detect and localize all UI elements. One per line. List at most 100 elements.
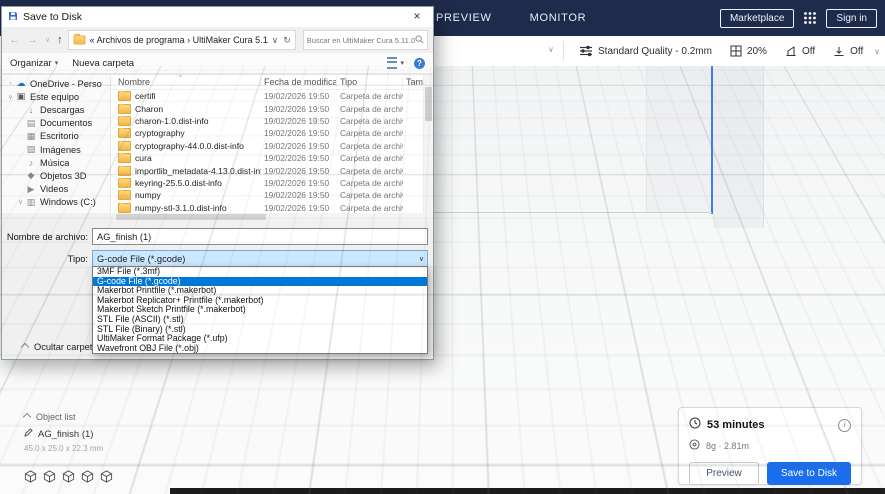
settings-chevron-icon[interactable]: ∨: [874, 47, 880, 56]
view-right-icon[interactable]: [100, 470, 113, 483]
filetype-row: Tipo: G-code File (*.gcode) ∨: [2, 250, 433, 267]
horizontal-scrollbar[interactable]: [112, 213, 433, 221]
filetype-option-g-code-file-gcode[interactable]: G-code File (*.gcode): [93, 276, 427, 287]
object-list-toggle[interactable]: Object list: [22, 412, 103, 422]
forward-button[interactable]: →: [25, 34, 40, 46]
sidebar-item-label: OneDrive - Perso: [30, 78, 102, 89]
filetype-option-wavefront-obj-file-obj[interactable]: Wavefront OBJ File (*.obj): [93, 344, 427, 354]
object-list-item[interactable]: AG_finish (1): [24, 428, 103, 440]
preview-button[interactable]: Preview: [689, 462, 759, 485]
sidebar-item-videos[interactable]: ▶ Videos: [2, 183, 110, 196]
filetype-option-makerbot-replicator-printfile-makerbot[interactable]: Makerbot Replicator+ Printfile (*.makerb…: [93, 296, 427, 306]
filetype-dropdown: 3MF File (*.3mf) G-code File (*.gcode) Mak…: [92, 266, 428, 355]
breadcrumb[interactable]: « Archivos de programa › UltiMaker Cura …: [90, 35, 268, 45]
file-row-certifi[interactable]: certifi 19/02/2026 19:50 Carpeta de archiv…: [111, 90, 433, 102]
disk-icon: ▥: [26, 196, 36, 207]
filetype-combobox[interactable]: G-code File (*.gcode) ∨: [92, 250, 428, 267]
filetype-option-stl-file-ascii-stl[interactable]: STL File (ASCII) (*.stl): [93, 315, 427, 325]
filetype-selected-value: G-code File (*.gcode): [97, 253, 186, 264]
file-list: NombreFecha de modificaciónTipoTamaño ^ …: [111, 75, 433, 213]
filetype-option-makerbot-printfile-makerbot[interactable]: Makerbot Printfile (*.makerbot): [93, 286, 427, 296]
address-bar[interactable]: « Archivos de programa › UltiMaker Cura …: [67, 30, 296, 50]
close-button[interactable]: ×: [401, 7, 433, 27]
up-button[interactable]: ↑: [55, 34, 65, 46]
search-icon[interactable]: [415, 31, 424, 49]
tree-expander-icon[interactable]: ∨: [6, 93, 15, 101]
sidebar-item-im-genes[interactable]: ▧ Imágenes: [2, 143, 110, 156]
quality-setting[interactable]: Standard Quality - 0.2mm: [570, 36, 721, 66]
adhesion-setting[interactable]: Off: [824, 36, 872, 66]
save-to-disk-button[interactable]: Save to Disk: [767, 462, 851, 485]
column-header-tipo[interactable]: Tipo: [337, 77, 403, 87]
help-icon[interactable]: ?: [414, 57, 425, 69]
sidebar-item-m-sica[interactable]: ♪ Música: [2, 156, 110, 169]
taskbar-strip: [170, 488, 885, 494]
column-header-nombre[interactable]: Nombre: [115, 77, 261, 87]
marketplace-button[interactable]: Marketplace: [719, 8, 795, 28]
file-name: cryptography-44.0.0.dist-info: [135, 140, 244, 151]
sign-in-button[interactable]: Sign in: [826, 8, 877, 28]
tab-preview[interactable]: PREVIEW: [436, 12, 492, 24]
column-header-fecha-de-modificaci-n[interactable]: Fecha de modificación: [261, 77, 337, 87]
scrollbar-thumb[interactable]: [425, 87, 432, 121]
sidebar-item-objetos-3d[interactable]: ◆ Objetos 3D: [2, 169, 110, 182]
file-type: Carpeta de archivos: [340, 177, 403, 188]
view-left-icon[interactable]: [81, 470, 94, 483]
object-list-label: Object list: [36, 412, 76, 422]
file-date: 19/02/2026 19:50: [264, 177, 330, 188]
print-settings-bar[interactable]: Standard Quality - 0.2mm 20% Off Off ∨: [570, 36, 880, 66]
folder-icon: [118, 202, 131, 213]
filetype-option-stl-file-binary-stl[interactable]: STL File (Binary) (*.stl): [93, 325, 427, 335]
file-row-charon-1-0-dist-info[interactable]: charon-1.0.dist-info 19/02/2026 19:50 Carp…: [111, 115, 433, 127]
support-setting[interactable]: Off: [776, 36, 824, 66]
tab-monitor[interactable]: MONITOR: [530, 12, 587, 24]
view-3d-icon[interactable]: [24, 470, 37, 483]
file-type: Carpeta de archivos: [340, 91, 403, 102]
printer-config-chevron-icon[interactable]: ∨: [548, 45, 554, 54]
file-row-cryptography[interactable]: cryptography 19/02/2026 19:50 Carpeta de a…: [111, 127, 433, 139]
file-row-charon[interactable]: Charon 19/02/2026 19:50 Carpeta de archivo…: [111, 102, 433, 114]
sidebar-item-escritorio[interactable]: ▦ Escritorio: [2, 130, 110, 143]
filetype-option-makerbot-sketch-printfile-makerbot[interactable]: Makerbot Sketch Printfile (*.makerbot): [93, 305, 427, 315]
vertical-scrollbar[interactable]: [423, 75, 433, 213]
file-row-cura[interactable]: cura 19/02/2026 19:50 Carpeta de archivos: [111, 152, 433, 164]
infill-setting[interactable]: 20%: [721, 36, 776, 66]
filename-input[interactable]: AG_finish (1): [92, 228, 428, 245]
tree-expander-icon[interactable]: ›: [6, 80, 15, 87]
combo-chevron-icon[interactable]: ∨: [419, 255, 424, 263]
file-row-importlib-metadata-4-13-0-dist-info[interactable]: importlib_metadata-4.13.0.dist-info 19/02…: [111, 164, 433, 176]
hide-folders-button[interactable]: Ocultar carpetas: [20, 342, 102, 352]
sidebar-item-windows-c[interactable]: ∨ ▥ Windows (C:): [2, 196, 110, 209]
documents-icon: ▤: [26, 117, 36, 128]
search-input[interactable]: Buscar en UltiMaker Cura 5.11.0: [302, 30, 428, 50]
view-top-icon[interactable]: [62, 470, 75, 483]
view-mode-button[interactable]: ▾: [387, 57, 404, 69]
address-chevron-icon[interactable]: ∨: [272, 35, 279, 46]
refresh-icon[interactable]: ↻: [283, 35, 291, 46]
file-row-numpy-stl-3-1-0-dist-info[interactable]: numpy-stl-3.1.0.dist-info 19/02/2026 19:5…: [111, 202, 433, 213]
apps-grid-icon[interactable]: [803, 11, 817, 25]
filename-value: AG_finish (1): [97, 231, 152, 242]
scrollbar-thumb[interactable]: [116, 214, 266, 220]
view-front-icon[interactable]: [43, 470, 56, 483]
info-icon[interactable]: i: [838, 418, 851, 432]
sidebar-item-documentos[interactable]: ▤ Documentos: [2, 117, 110, 130]
download-icon: ↓: [28, 104, 34, 115]
sidebar-item-este-equipo[interactable]: ∨ ▣ Este equipo: [2, 90, 110, 103]
sidebar-item-descargas[interactable]: ↓ Descargas: [2, 103, 110, 116]
file-name: numpy-stl-3.1.0.dist-info: [135, 202, 227, 213]
print-time-estimate: 53 minutes: [707, 419, 765, 431]
history-chevron-icon[interactable]: ∨: [43, 36, 52, 44]
filetype-option-ultimaker-format-package-ufp[interactable]: UltiMaker Format Package (*.ufp): [93, 334, 427, 344]
sort-indicator-icon[interactable]: ^: [179, 75, 182, 81]
filetype-option-3mf-file-3mf[interactable]: 3MF File (*.3mf): [93, 267, 427, 277]
back-button[interactable]: ←: [7, 34, 22, 46]
organize-button[interactable]: Organizar ▾: [10, 58, 58, 69]
file-row-cryptography-44-0-0-dist-info[interactable]: cryptography-44.0.0.dist-info 19/02/2026 …: [111, 140, 433, 152]
file-row-keyring-25-5-0-dist-info[interactable]: keyring-25.5.0.dist-info 19/02/2026 19:50…: [111, 177, 433, 189]
sidebar-item-label: Música: [40, 157, 70, 168]
sidebar-item-onedrive-perso[interactable]: › ☁ OneDrive - Perso: [2, 77, 110, 90]
file-row-numpy[interactable]: numpy 19/02/2026 19:50 Carpeta de archivos: [111, 189, 433, 201]
new-folder-button[interactable]: Nueva carpeta: [72, 58, 134, 69]
tree-expander-icon[interactable]: ∨: [16, 198, 25, 206]
